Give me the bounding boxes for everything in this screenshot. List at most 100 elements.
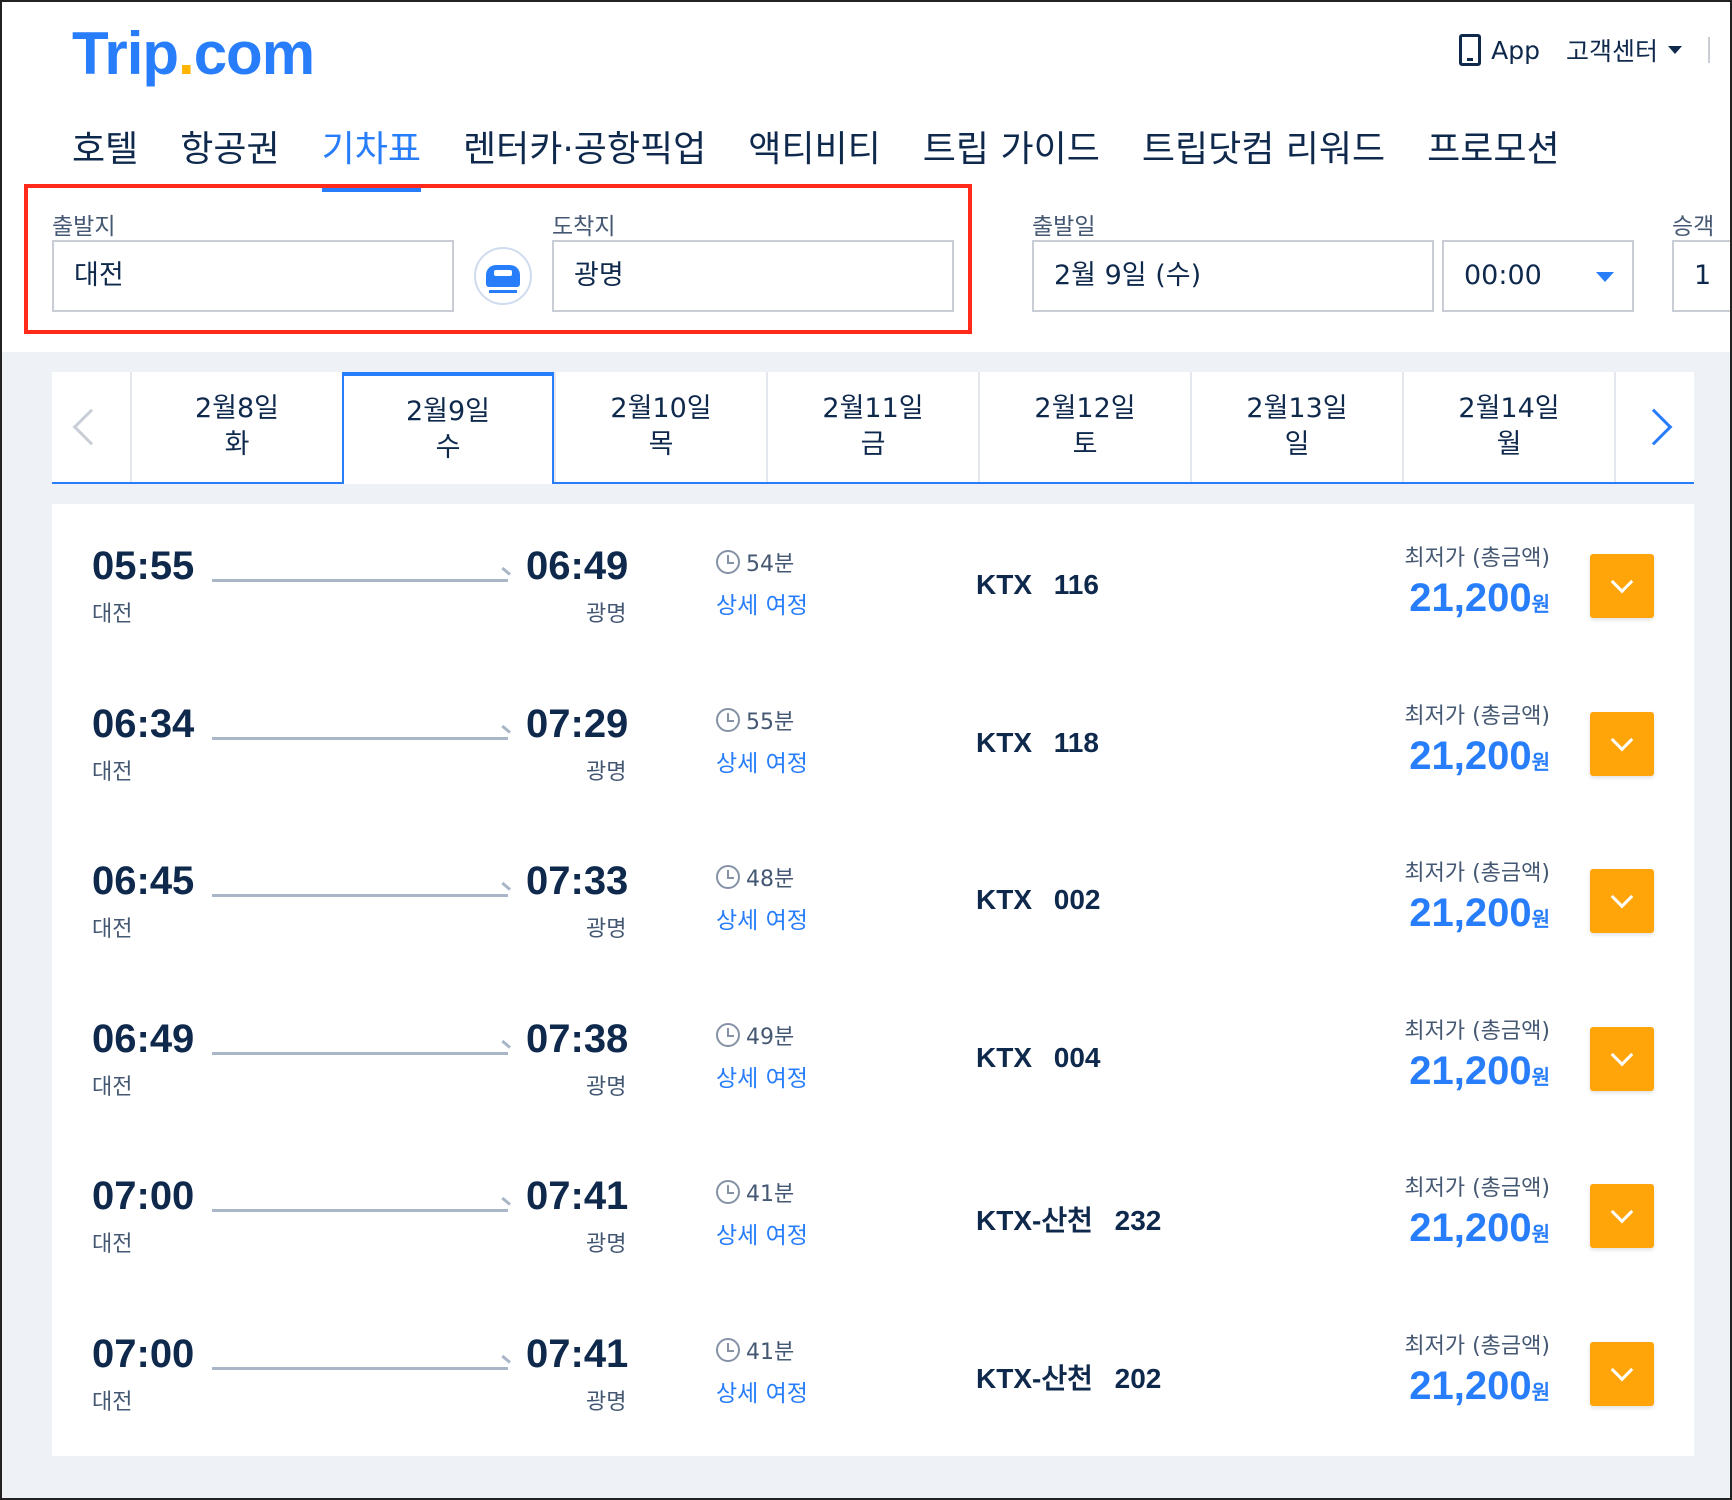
price: 21,200원 — [1409, 1364, 1550, 1409]
arrival-time: 07:41 — [526, 1174, 629, 1218]
price: 21,200원 — [1409, 734, 1550, 779]
currency-unit: 원 — [1531, 751, 1550, 774]
time-select[interactable]: 00:00 — [1442, 240, 1634, 312]
nav-item-1[interactable]: 항공권 — [180, 120, 279, 192]
expand-button[interactable] — [1590, 869, 1654, 933]
price: 21,200원 — [1409, 1206, 1550, 1251]
trip-logo[interactable]: Trip.com — [72, 20, 315, 88]
detail-itinerary-link[interactable]: 상세 여정 — [716, 1216, 808, 1250]
nav-item-6[interactable]: 트립닷컴 리워드 — [1142, 120, 1385, 192]
support-menu[interactable]: 고객센터 — [1566, 32, 1682, 68]
train-number: KTX 004 — [976, 1041, 1101, 1073]
clock-icon — [716, 865, 740, 889]
currency-unit: 원 — [1531, 1381, 1550, 1404]
prev-dates-button[interactable] — [52, 372, 130, 482]
price-value: 21,200 — [1409, 576, 1532, 620]
header-divider — [1708, 37, 1710, 63]
detail-itinerary-link[interactable]: 상세 여정 — [716, 1374, 808, 1408]
expand-button[interactable] — [1590, 711, 1654, 776]
date-tab-date: 2월14일 — [1458, 393, 1560, 424]
date-tab-date: 2월11일 — [822, 393, 924, 424]
arrival-time: 07:38 — [526, 1016, 629, 1061]
departure-station: 대전 — [92, 917, 133, 942]
price-value: 21,200 — [1409, 1363, 1532, 1408]
duration-value: 41분 — [746, 1182, 795, 1207]
chevron-down-icon — [1610, 570, 1634, 594]
clock-icon — [716, 1337, 740, 1362]
date-tab[interactable]: 2월11일 금 — [766, 372, 978, 482]
price-value: 21,200 — [1409, 1206, 1532, 1250]
expand-button[interactable] — [1590, 1026, 1654, 1091]
app-label: App — [1491, 35, 1540, 65]
next-dates-button[interactable] — [1614, 372, 1692, 482]
currency-unit: 원 — [1531, 594, 1550, 616]
chevron-down-icon — [1610, 885, 1634, 909]
train-number: KTX 116 — [976, 569, 1099, 600]
passenger-input[interactable]: 1 — [1672, 240, 1730, 312]
price-label: 최저가 (총금액) — [1404, 1176, 1550, 1201]
price-label: 최저가 (총금액) — [1404, 1018, 1550, 1044]
detail-itinerary-link[interactable]: 상세 여정 — [716, 901, 808, 935]
route-line — [212, 1051, 508, 1055]
date-input[interactable]: 2월 9일 (수) — [1032, 240, 1434, 312]
currency-unit: 원 — [1531, 1066, 1550, 1089]
logo-main: Trip — [72, 20, 179, 87]
date-tab-date: 2월13일 — [1246, 393, 1348, 424]
result-row: 06:49 대전 07:38 광명 49분 상세 여정 KTX 004 최저가 (총금액) 21… — [52, 976, 1694, 1141]
train-number: KTX-산천 202 — [976, 1362, 1162, 1394]
expand-button[interactable] — [1590, 554, 1654, 618]
caret-down-icon — [1596, 272, 1614, 282]
arrival-station: 광명 — [586, 759, 627, 785]
page-frame: Trip.com App 고객센터 호텔 항공권 기차표 렌터카·공항픽업 액티비티 트립… — [0, 0, 1732, 1500]
date-tab[interactable]: 2월13일일 — [1190, 372, 1402, 482]
departure-station: 대전 — [92, 759, 133, 785]
arrival-time: 07:33 — [526, 859, 629, 903]
result-row: 06:34 대전 07:29 광명 55분 상세 여정 KTX 118 최저가 (총금액) 21… — [52, 661, 1694, 826]
price: 21,200원 — [1409, 1049, 1550, 1094]
departure-station: 대전 — [92, 602, 133, 627]
app-link[interactable]: App — [1459, 34, 1540, 66]
phone-icon — [1459, 34, 1482, 66]
expand-button[interactable] — [1590, 1184, 1654, 1248]
nav-item-2[interactable]: 기차표 — [321, 120, 422, 192]
date-tab[interactable]: 2월12일 토 — [978, 372, 1190, 482]
date-tab[interactable]: 2월8일 화 — [130, 372, 342, 482]
logo-dot: . — [178, 20, 195, 87]
route-line — [212, 736, 508, 740]
duration-value: 55분 — [746, 709, 795, 735]
duration-value: 54분 — [746, 552, 795, 577]
nav-item-7[interactable]: 프로모션 — [1427, 120, 1559, 192]
detail-itinerary-link[interactable]: 상세 여정 — [716, 1059, 808, 1093]
nav-item-5[interactable]: 트립 가이드 — [923, 120, 1100, 192]
date-tab-day: 일 — [1284, 429, 1310, 460]
date-tab[interactable]: 2월9일 수 — [342, 372, 554, 484]
expand-button[interactable] — [1590, 1341, 1654, 1406]
departure-time: 07:00 — [92, 1174, 195, 1218]
result-row: 07:00 대전 07:41 광명 41분 상세 여정 KTX-산천 232 최저가 (총금액… — [52, 1134, 1694, 1298]
currency-unit: 원 — [1531, 909, 1550, 931]
price-label: 최저가 (총금액) — [1404, 703, 1550, 729]
route-line — [212, 894, 508, 897]
detail-itinerary-link[interactable]: 상세 여정 — [716, 586, 808, 620]
clock-icon — [716, 1022, 740, 1047]
departure-time: 06:45 — [92, 859, 195, 903]
arrival-station: 광명 — [586, 1389, 627, 1415]
nav-item-3[interactable]: 렌터카·공항픽업 — [463, 120, 706, 192]
nav-item-4[interactable]: 액티비티 — [748, 120, 880, 192]
date-tab[interactable]: 2월10일 목 — [554, 372, 766, 482]
duration: 41분 — [716, 1334, 794, 1366]
caret-down-icon — [1668, 46, 1682, 54]
date-tab[interactable]: 2월14일월 — [1402, 372, 1614, 482]
duration: 48분 — [716, 861, 794, 893]
time-value: 00:00 — [1464, 260, 1542, 291]
nav-item-0[interactable]: 호텔 — [72, 120, 138, 192]
logo-suffix: com — [193, 20, 315, 87]
currency-unit: 원 — [1531, 1224, 1550, 1246]
date-tab-day: 월 — [1496, 429, 1522, 460]
detail-itinerary-link[interactable]: 상세 여정 — [716, 744, 808, 778]
result-row: 05:55 대전 06:49 광명 54분 상세 여정 KTX 116 최저가 (총금액) 21… — [52, 504, 1694, 668]
chevron-down-icon — [1610, 728, 1634, 751]
route-line — [212, 1366, 508, 1370]
departure-station: 대전 — [92, 1074, 133, 1100]
price: 21,200원 — [1409, 891, 1550, 936]
